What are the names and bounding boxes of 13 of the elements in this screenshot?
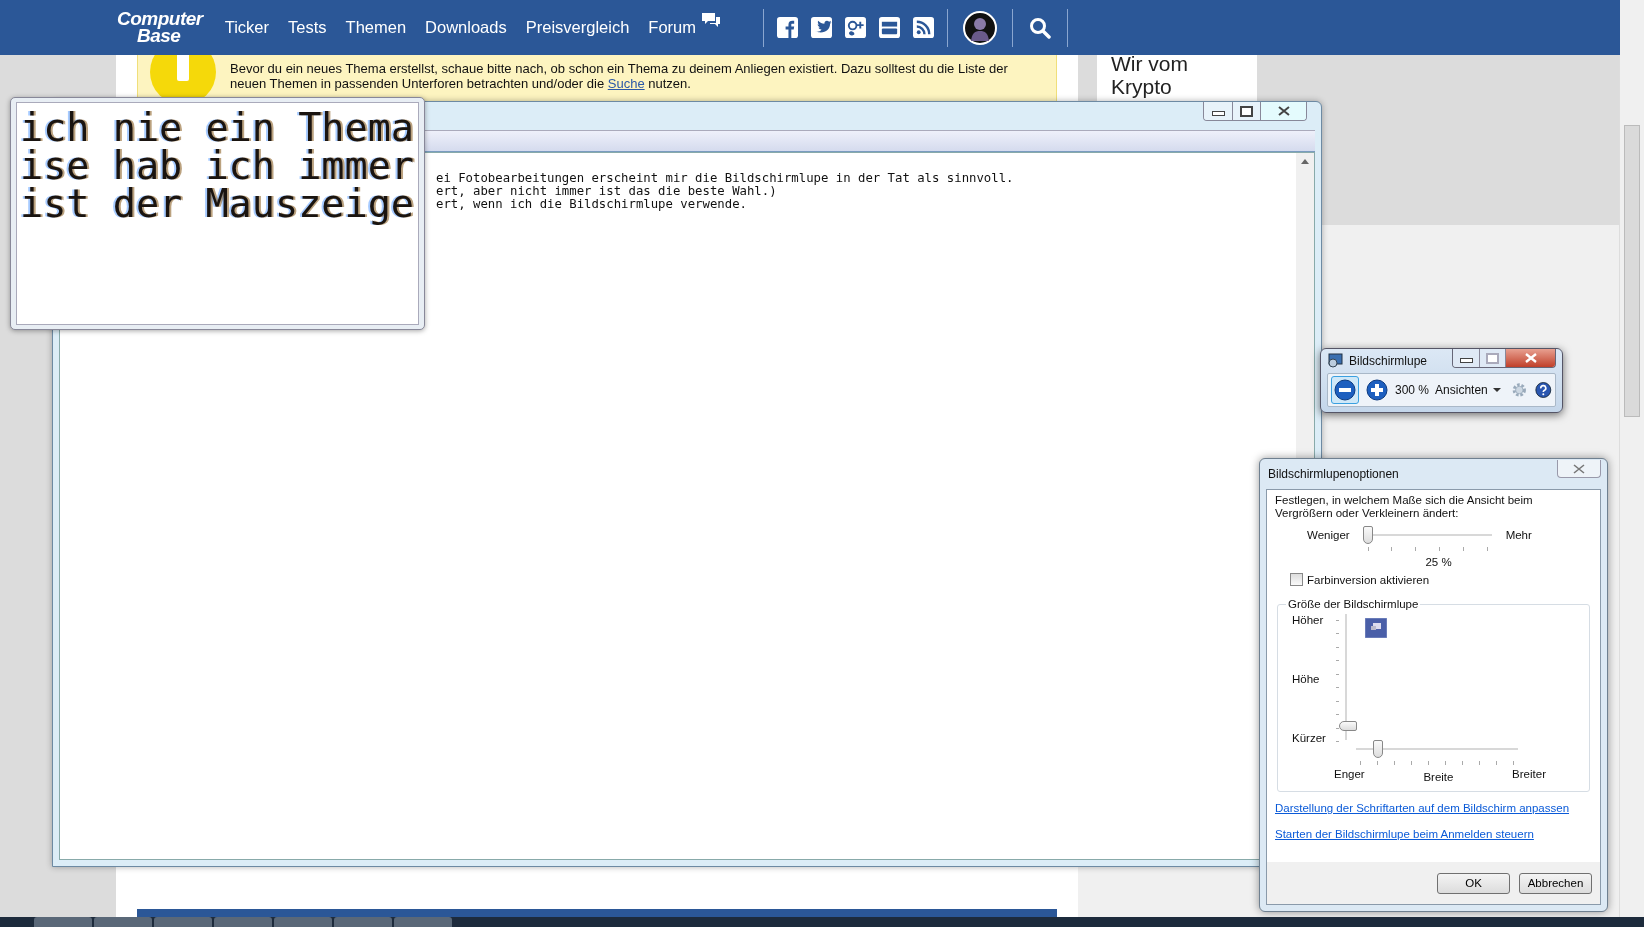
text-line: ert, wenn ich die Bildschirmlupe verwende. [436, 198, 748, 211]
slider-label: Breite [1423, 771, 1454, 783]
zoom-step-value: 25 % [1425, 556, 1452, 568]
text-line: ert, aber nicht immer ist das die beste Wahl.) [436, 185, 777, 198]
notice-text: Bevor du ein neues Thema erstellst, schaue bitte nach, ob schon ein Thema zu deinem Anliegen existiert. Dazu solltest du die Liste der neuen Themen in passenden Unterforen betrachten und/oder die Suche nutzen. [230, 61, 1009, 91]
sidebar-heading: Wir vom Krypto [1110, 52, 1189, 98]
slider-label: Enger [1334, 768, 1365, 782]
window-title: Bildschirmlupe [1349, 354, 1429, 368]
magnified-text: ich nie ein Thema [20, 109, 416, 147]
slider-label: Mehr [1505, 528, 1532, 543]
text-line: ei Fotobearbeitungen erscheint mir die Bildschirmlupe in der Tat als sinnvoll. [436, 172, 1015, 185]
slider-label: Breiter [1512, 768, 1546, 782]
zoom-level: 300 % [1395, 383, 1430, 397]
